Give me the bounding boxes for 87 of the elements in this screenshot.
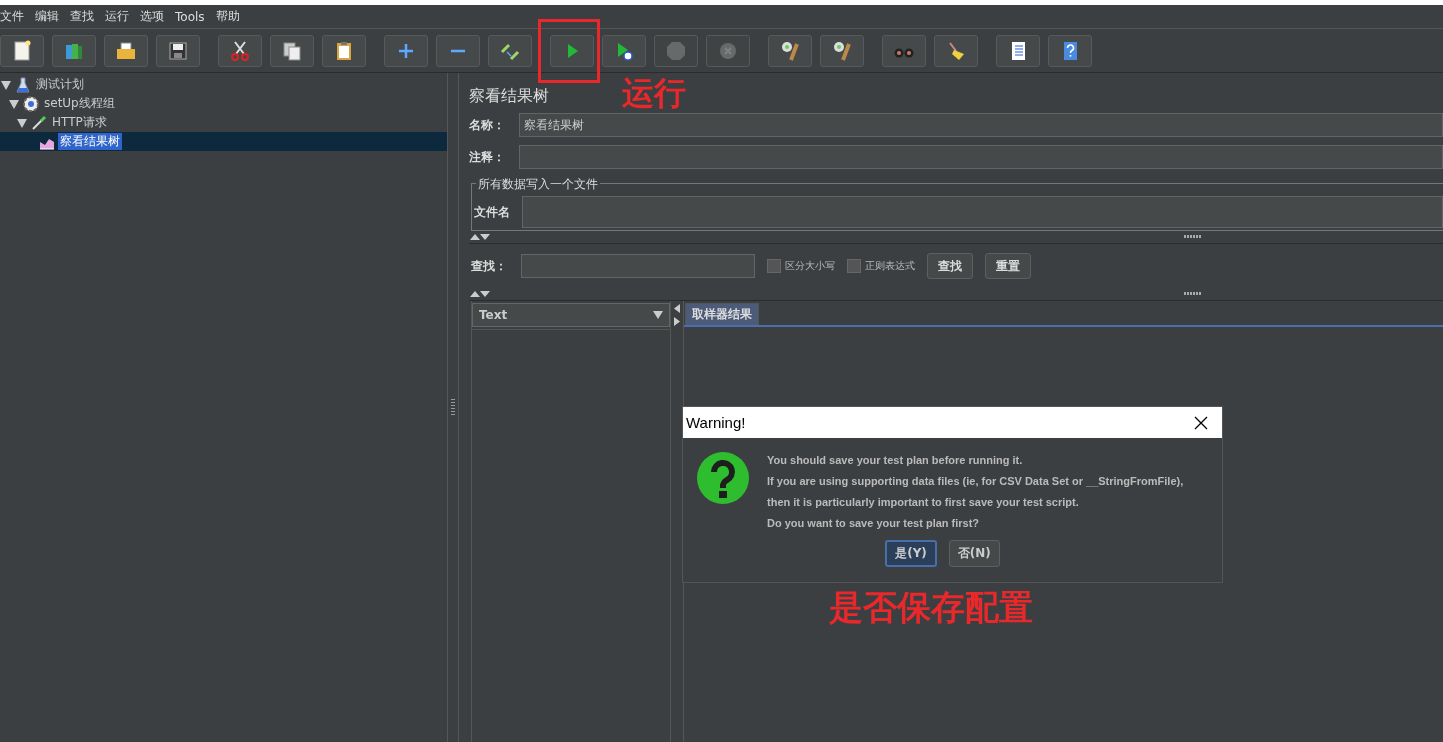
expand-arrow-icon[interactable] (0, 78, 12, 91)
field-label: 注释： (469, 148, 506, 166)
checkbox-label: 正则表达式 (865, 259, 915, 273)
pipette-icon (32, 115, 47, 130)
field-label: 文件名 (474, 203, 511, 221)
toolbar-button[interactable] (0, 34, 44, 67)
menu-item[interactable]: Tools (175, 9, 205, 24)
dialog-message: If you are using supporting data files (ie, for CSV Data Set or __StringFromFile), (767, 474, 1184, 489)
minus-icon (451, 49, 465, 52)
menu-item[interactable]: 编辑 (35, 8, 59, 25)
menu-item[interactable]: 选项 (140, 8, 164, 25)
annotation-text: 是否保存配置 (829, 586, 1033, 629)
binoculars-icon (894, 48, 914, 57)
toolbar-button[interactable] (104, 34, 148, 67)
filename-field[interactable] (522, 196, 1443, 228)
group-title: 所有数据写入一个文件 (476, 176, 600, 193)
expand-arrow-icon[interactable] (8, 97, 20, 110)
toolbar-button[interactable] (768, 34, 812, 67)
field-label: 名称： (469, 116, 506, 134)
splitter-arrows-icon[interactable] (673, 303, 681, 327)
plus-icon (397, 42, 415, 59)
stop-sign-icon (667, 41, 685, 60)
dialog-title: Warning! (686, 414, 746, 431)
broom-gear-icon (834, 41, 851, 61)
toolbar-button[interactable] (218, 34, 262, 67)
dialog-button[interactable]: 否(N) (948, 540, 1000, 567)
toolbar-button[interactable] (602, 34, 646, 67)
chart-icon (39, 138, 55, 149)
checkbox[interactable] (767, 259, 781, 273)
clipboard-icon (337, 41, 351, 60)
toolbar-button[interactable] (270, 34, 314, 67)
toolbar-button[interactable] (820, 34, 864, 67)
toolbar-button[interactable] (488, 34, 532, 67)
splitter-handle[interactable] (1184, 235, 1202, 238)
comment-field[interactable] (519, 145, 1443, 169)
name-field[interactable]: 察看结果树 (519, 113, 1443, 137)
question-icon (697, 452, 749, 504)
collapse-arrows-icon[interactable] (469, 290, 491, 298)
tree-item[interactable]: 察看结果树 (58, 133, 122, 150)
expand-arrow-icon[interactable] (16, 116, 28, 129)
menu-item[interactable]: 文件 (0, 8, 24, 25)
help-book-icon (1064, 41, 1077, 60)
menu-item[interactable]: 运行 (105, 8, 129, 25)
books-icon (66, 43, 82, 59)
checkbox-label: 区分大小写 (785, 259, 835, 273)
menu-item[interactable]: 帮助 (215, 8, 240, 25)
toolbar-button[interactable] (934, 34, 978, 67)
menu-item[interactable]: 查找 (70, 8, 94, 25)
dialog-message: Do you want to save your test plan first? (767, 516, 981, 531)
search-field[interactable] (521, 254, 755, 278)
annotation-text: 运行 (622, 73, 686, 114)
gear-icon (23, 95, 39, 112)
renderer-dropdown[interactable]: Text (472, 303, 670, 327)
broom-gear-icon (782, 41, 799, 61)
dropdown-arrow-icon (653, 311, 663, 319)
pencils-icon (500, 43, 520, 60)
play-icon (568, 43, 578, 58)
highlight-frame (538, 19, 600, 83)
toolbar-button[interactable] (156, 34, 200, 67)
field-label: 查找： (471, 257, 508, 275)
toolbar-button[interactable] (322, 34, 366, 67)
tree-item[interactable]: HTTP请求 (50, 114, 109, 131)
splitter-handle[interactable] (451, 399, 455, 417)
reset-button[interactable]: 重置 (985, 253, 1031, 279)
folder-icon (117, 42, 135, 59)
tab[interactable]: 取样器结果 (685, 303, 759, 325)
checkbox[interactable] (847, 259, 861, 273)
panel-title: 察看结果树 (469, 85, 549, 107)
close-icon[interactable] (1194, 415, 1208, 430)
splitter-handle[interactable] (1184, 292, 1202, 295)
play-icon (618, 42, 633, 61)
search-button[interactable]: 查找 (927, 253, 973, 279)
flask-icon (16, 77, 30, 92)
collapse-arrows-icon[interactable] (469, 233, 491, 241)
toolbar-button[interactable] (996, 34, 1040, 67)
broom-icon (949, 41, 964, 60)
close-circle-icon (720, 42, 736, 59)
toolbar-button[interactable] (1048, 34, 1092, 67)
document-icon (14, 40, 31, 60)
dialog-message: You should save your test plan before running it. (767, 453, 1024, 468)
copy-icon (283, 42, 301, 60)
notepad-icon (1012, 41, 1025, 60)
tree-item[interactable]: setUp线程组 (42, 95, 117, 112)
scissors-icon (231, 40, 249, 61)
dialog-button[interactable]: 是(Y) (885, 540, 937, 567)
tree-item[interactable]: 测试计划 (34, 76, 86, 93)
dialog-message: then it is particularly important to first save your test script. (767, 495, 1080, 510)
